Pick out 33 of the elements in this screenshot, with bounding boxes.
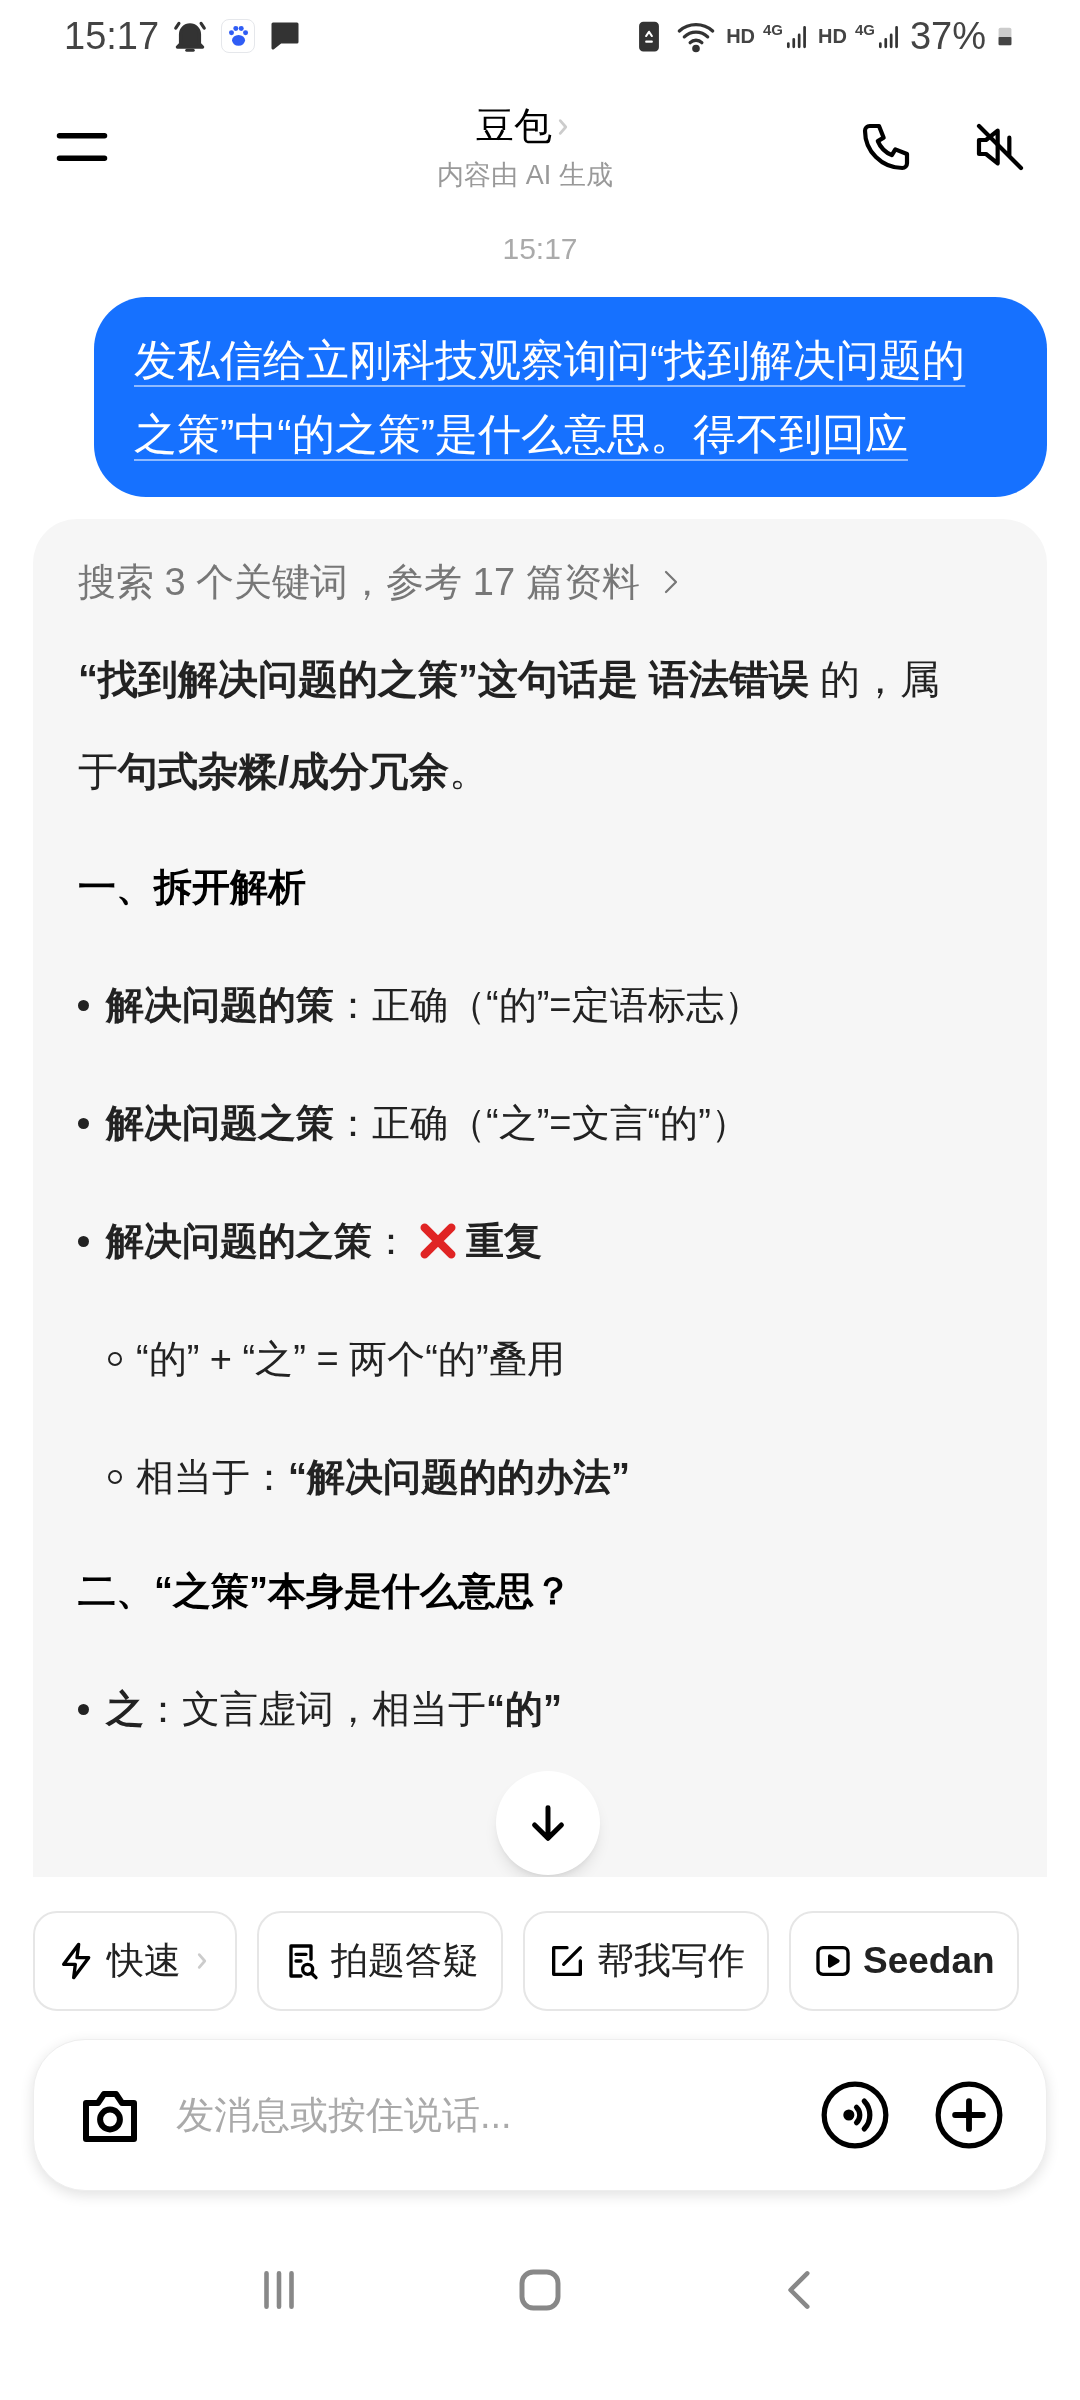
bullet-point bbox=[78, 1703, 89, 1715]
list-item-text: 相当于：“解决问题的的办法” bbox=[136, 1455, 630, 1500]
network-label: 4G bbox=[854, 20, 875, 40]
chat-title[interactable]: 豆包 bbox=[476, 98, 552, 156]
search-summary-link[interactable]: 搜索 3 个关键词，参考 17 篇资料 bbox=[78, 553, 640, 611]
paw-app-icon bbox=[221, 19, 256, 53]
list-item-text: “的” + “之” = 两个“的”叠用 bbox=[136, 1337, 565, 1382]
list-item-text: 之：文言虚词，相当于“的” bbox=[106, 1687, 562, 1732]
network-label: HD bbox=[726, 24, 755, 49]
list-item-text: 重复 bbox=[466, 1219, 542, 1264]
message-input-field[interactable]: 发消息或按住说话... bbox=[176, 2086, 788, 2144]
user-message: 发私信给立刚科技观察询问“找到解决问题的之策”中“的之策”是什么意思。得不到回应 bbox=[94, 297, 1047, 497]
shortcut-chip[interactable]: 拍题答疑 bbox=[257, 1911, 503, 2011]
list-item-text: 解决问题之策：正确（“之”=文言“的”） bbox=[106, 1101, 749, 1146]
list-item-text: 解决问题的策：正确（“的”=定语标志） bbox=[106, 983, 762, 1028]
section-heading: 一、拆开解析 bbox=[78, 865, 307, 910]
battery-level: 37% bbox=[909, 13, 986, 59]
answer-paragraph: “找到解决问题的之策”这句话是 语法错误 的，属于句式杂糅/成分冗余。 bbox=[78, 656, 942, 795]
bullet-point bbox=[78, 1117, 89, 1129]
status-time: 15:17 bbox=[64, 13, 160, 59]
shortcut-chip[interactable]: Seedan bbox=[789, 1911, 1019, 2011]
bullet-point bbox=[78, 1235, 89, 1247]
bullet-point bbox=[108, 1352, 122, 1366]
shortcut-chip[interactable]: 快速 bbox=[33, 1911, 237, 2011]
section-heading: 二、“之策”本身是什么意思？ bbox=[78, 1569, 573, 1614]
bullet-point bbox=[108, 1470, 122, 1484]
message-time: 15:17 bbox=[502, 231, 578, 267]
ai-disclaimer: 内容由 AI 生成 bbox=[437, 159, 613, 193]
list-item-text: 解决问题的之策： bbox=[106, 1219, 410, 1264]
bullet-point bbox=[78, 999, 89, 1011]
network-label: 4G bbox=[763, 20, 784, 40]
shortcut-chip[interactable]: 帮我写作 bbox=[523, 1911, 769, 2011]
network-label: HD bbox=[818, 24, 847, 49]
